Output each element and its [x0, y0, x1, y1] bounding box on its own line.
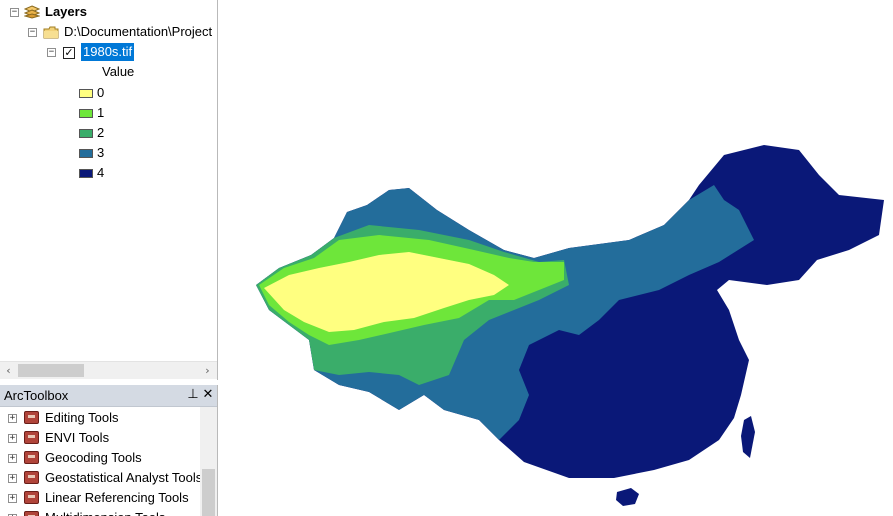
toolbox-item-geostatistical-analyst-tools[interactable]: + Geostatistical Analyst Tools [0, 468, 203, 488]
expand-icon[interactable]: + [8, 434, 17, 443]
toolbox-icon [24, 411, 39, 424]
legend-item: 3 [0, 143, 217, 163]
legend-label: 1 [97, 105, 105, 120]
toc-layer-row[interactable]: − ✓ 1980s.tif [0, 42, 217, 62]
layers-icon [24, 5, 40, 19]
scrollbar-thumb[interactable] [18, 364, 84, 377]
toolbox-item-label: Linear Referencing Tools [45, 490, 189, 505]
legend-swatch [79, 89, 93, 98]
legend-item: 1 [0, 103, 217, 123]
toc-root-label: Layers [45, 4, 87, 19]
expand-icon[interactable]: + [8, 414, 17, 423]
toolbox-item-multidimension-tools[interactable]: + Multidimension Tools [0, 508, 200, 516]
collapse-icon[interactable]: − [47, 48, 56, 57]
toolbox-item-label: Editing Tools [45, 410, 119, 425]
arctoolbox-panel: ArcToolbox ⊥ ✕ + Editing Tools + ENVI To… [0, 385, 218, 516]
toolbox-icon [24, 471, 39, 484]
layer-name-label[interactable]: 1980s.tif [81, 43, 135, 61]
toolbox-item-geocoding-tools[interactable]: + Geocoding Tools [0, 448, 200, 468]
legend-swatch [79, 129, 93, 138]
legend-swatch [79, 169, 93, 178]
toolbox-item-editing-tools[interactable]: + Editing Tools [0, 408, 200, 428]
legend-label: 4 [97, 165, 105, 180]
toolbox-item-label: Geostatistical Analyst Tools [45, 470, 203, 485]
legend-label: 0 [97, 85, 105, 100]
toolbox-icon [24, 511, 39, 516]
hainan-island [616, 488, 639, 506]
legend-label: 2 [97, 125, 105, 140]
legend-item: 0 [0, 83, 217, 103]
toolbox-item-label: Geocoding Tools [45, 450, 142, 465]
pin-icon[interactable]: ⊥ [186, 387, 200, 403]
close-icon[interactable]: ✕ [201, 387, 215, 403]
folder-icon [43, 26, 59, 39]
table-of-contents-panel: − Layers − D:\Documentation\Project − ✓ … [0, 0, 218, 380]
legend-swatch [79, 149, 93, 158]
toolbox-item-label: Multidimension Tools [45, 508, 165, 516]
toc-folder-label: D:\Documentation\Project [64, 24, 213, 39]
toc-folder-row[interactable]: − D:\Documentation\Project [0, 22, 217, 42]
toolbox-icon [24, 431, 39, 444]
legend-item: 2 [0, 123, 217, 143]
layer-visibility-checkbox[interactable]: ✓ [63, 47, 75, 59]
scroll-left-arrow-icon[interactable]: ‹ [0, 362, 17, 379]
scrollbar-thumb[interactable] [202, 469, 215, 516]
raster-map[interactable] [219, 0, 893, 516]
legend-swatch [79, 109, 93, 118]
arctoolbox-title: ArcToolbox [4, 388, 69, 403]
toolbox-icon [24, 451, 39, 464]
legend-item: 4 [0, 163, 217, 183]
legend-heading: Value [102, 64, 135, 79]
arctoolbox-vertical-scrollbar[interactable] [200, 407, 217, 516]
taiwan-island [741, 416, 755, 458]
expand-icon[interactable]: + [8, 474, 17, 483]
toolbox-item-envi-tools[interactable]: + ENVI Tools [0, 428, 200, 448]
expand-icon[interactable]: + [8, 454, 17, 463]
toc-root-row[interactable]: − Layers [0, 2, 217, 22]
expand-icon[interactable]: + [8, 494, 17, 503]
scroll-right-arrow-icon[interactable]: › [199, 362, 216, 379]
toolbox-item-label: ENVI Tools [45, 430, 110, 445]
collapse-icon[interactable]: − [28, 28, 37, 37]
map-display[interactable] [219, 0, 893, 516]
toolbox-item-linear-referencing-tools[interactable]: + Linear Referencing Tools [0, 488, 200, 508]
arctoolbox-title-bar: ArcToolbox ⊥ ✕ [0, 385, 217, 407]
toolbox-icon [24, 491, 39, 504]
legend-label: 3 [97, 145, 105, 160]
collapse-icon[interactable]: − [10, 8, 19, 17]
toc-horizontal-scrollbar[interactable]: ‹ › [0, 361, 217, 379]
land-raster [256, 145, 884, 478]
